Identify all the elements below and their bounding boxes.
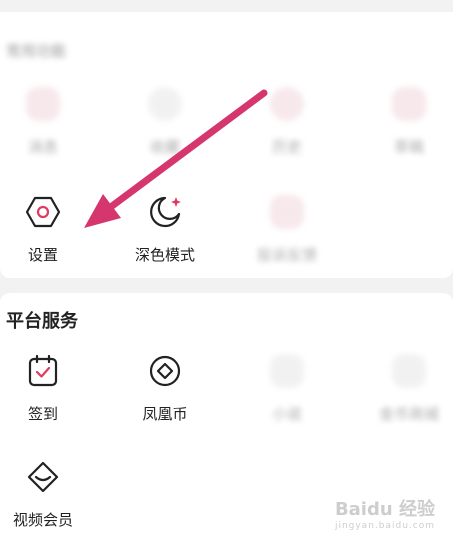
moon-icon xyxy=(143,190,187,234)
store-label: 金币商城 xyxy=(378,405,439,423)
video-vip-item[interactable]: 视频会员 xyxy=(0,455,98,530)
dark-mode-label: 深色模式 xyxy=(134,246,195,264)
message-icon xyxy=(26,87,60,121)
drafts-item[interactable]: 草稿 xyxy=(354,82,453,157)
feedback-item[interactable]: 投诉反馈 xyxy=(232,190,342,265)
store-item[interactable]: 金币商城 xyxy=(354,349,453,424)
favorites-item[interactable]: 收藏 xyxy=(110,82,220,157)
dark-mode-item[interactable]: 深色模式 xyxy=(110,190,220,265)
phoenix-coin-label: 凤凰币 xyxy=(142,405,188,423)
star-icon xyxy=(148,87,182,121)
novel-label: 小说 xyxy=(271,405,302,423)
message-item[interactable]: 消息 xyxy=(0,82,98,157)
store-icon xyxy=(392,354,426,388)
watermark-sub: jingyan.baidu.com xyxy=(334,521,435,531)
history-item[interactable]: 历史 xyxy=(232,82,342,157)
watermark-text: Baidu 经验 xyxy=(334,499,435,520)
favorites-label: 收藏 xyxy=(149,138,180,156)
feedback-label: 投诉反馈 xyxy=(256,246,317,264)
history-icon xyxy=(270,87,304,121)
common-functions-card: 常用功能 消息 收藏 历史 草稿 设置 深色模式 投诉反馈 xyxy=(0,12,453,278)
feedback-icon xyxy=(270,195,304,229)
history-label: 历史 xyxy=(271,138,302,156)
phoenix-coin-item[interactable]: 凤凰币 xyxy=(110,349,220,424)
settings-hexagon-icon xyxy=(21,190,65,234)
message-label: 消息 xyxy=(27,138,58,156)
common-functions-title: 常用功能 xyxy=(6,42,67,60)
check-in-label: 签到 xyxy=(27,405,58,423)
coin-diamond-icon xyxy=(143,349,187,393)
settings-item[interactable]: 设置 xyxy=(0,190,98,265)
drafts-label: 草稿 xyxy=(393,138,424,156)
book-icon xyxy=(270,354,304,388)
check-in-item[interactable]: 签到 xyxy=(0,349,98,424)
novel-item[interactable]: 小说 xyxy=(232,349,342,424)
drafts-icon xyxy=(392,87,426,121)
baidu-jingyan-watermark: Baidu 经验 jingyan.baidu.com xyxy=(335,495,435,531)
calendar-check-icon xyxy=(21,349,65,393)
video-vip-label: 视频会员 xyxy=(12,511,73,529)
vip-diamond-icon xyxy=(21,455,65,499)
platform-services-title: 平台服务 xyxy=(6,311,78,332)
settings-label: 设置 xyxy=(27,246,58,264)
